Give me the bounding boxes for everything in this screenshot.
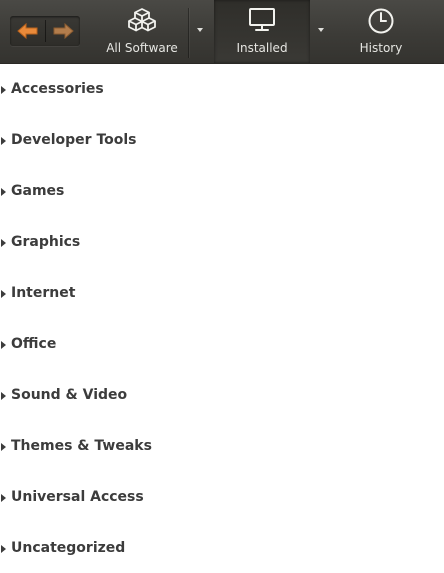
category-row-accessories[interactable]: Accessories (0, 79, 444, 101)
category-row-internet[interactable]: Internet (0, 283, 444, 305)
all-software-label: All Software (106, 41, 178, 55)
expander-arrow-icon[interactable] (1, 188, 6, 196)
installed-button[interactable]: Installed (214, 0, 310, 63)
chevron-down-icon (318, 28, 324, 32)
category-label: Office (11, 336, 57, 352)
expander-arrow-icon[interactable] (1, 239, 6, 247)
left-arrow-icon (16, 23, 37, 39)
expander-arrow-icon[interactable] (1, 443, 6, 451)
monitor-icon (249, 8, 275, 31)
category-row-office[interactable]: Office (0, 334, 444, 356)
chevron-down-icon (197, 28, 203, 32)
expander-arrow-icon[interactable] (1, 494, 6, 502)
expander-arrow-icon[interactable] (1, 545, 6, 553)
expander-arrow-icon[interactable] (1, 341, 6, 349)
all-software-button[interactable]: All Software (100, 0, 184, 63)
category-label: Sound & Video (11, 387, 128, 403)
category-label: Accessories (11, 81, 104, 97)
clock-icon (368, 8, 394, 34)
category-row-uncategorized[interactable]: Uncategorized (0, 538, 444, 560)
installed-dropdown[interactable] (309, 0, 333, 63)
category-label: Internet (11, 285, 76, 301)
all-software-dropdown[interactable] (188, 0, 212, 63)
back-button[interactable] (10, 16, 45, 46)
category-label: Uncategorized (11, 540, 126, 556)
forward-button[interactable] (45, 16, 80, 46)
category-row-sound-video[interactable]: Sound & Video (0, 385, 444, 407)
navigation-buttons (10, 16, 80, 46)
category-label: Developer Tools (11, 132, 137, 148)
category-label: Games (11, 183, 65, 199)
history-button[interactable]: History (340, 0, 422, 63)
expander-arrow-icon[interactable] (1, 290, 6, 298)
expander-arrow-icon[interactable] (1, 392, 6, 400)
expander-arrow-icon[interactable] (1, 137, 6, 145)
right-arrow-icon (53, 23, 74, 39)
category-row-graphics[interactable]: Graphics (0, 232, 444, 254)
category-row-themes-tweaks[interactable]: Themes & Tweaks (0, 436, 444, 458)
boxes-icon (128, 8, 156, 32)
category-label: Themes & Tweaks (11, 438, 152, 454)
expander-arrow-icon[interactable] (1, 86, 6, 94)
toolbar: All Software Installed History (0, 0, 444, 64)
category-label: Universal Access (11, 489, 144, 505)
history-label: History (359, 41, 403, 55)
category-row-developer-tools[interactable]: Developer Tools (0, 130, 444, 152)
category-row-universal-access[interactable]: Universal Access (0, 487, 444, 509)
category-label: Graphics (11, 234, 81, 250)
installed-label: Installed (236, 41, 288, 55)
category-row-games[interactable]: Games (0, 181, 444, 203)
